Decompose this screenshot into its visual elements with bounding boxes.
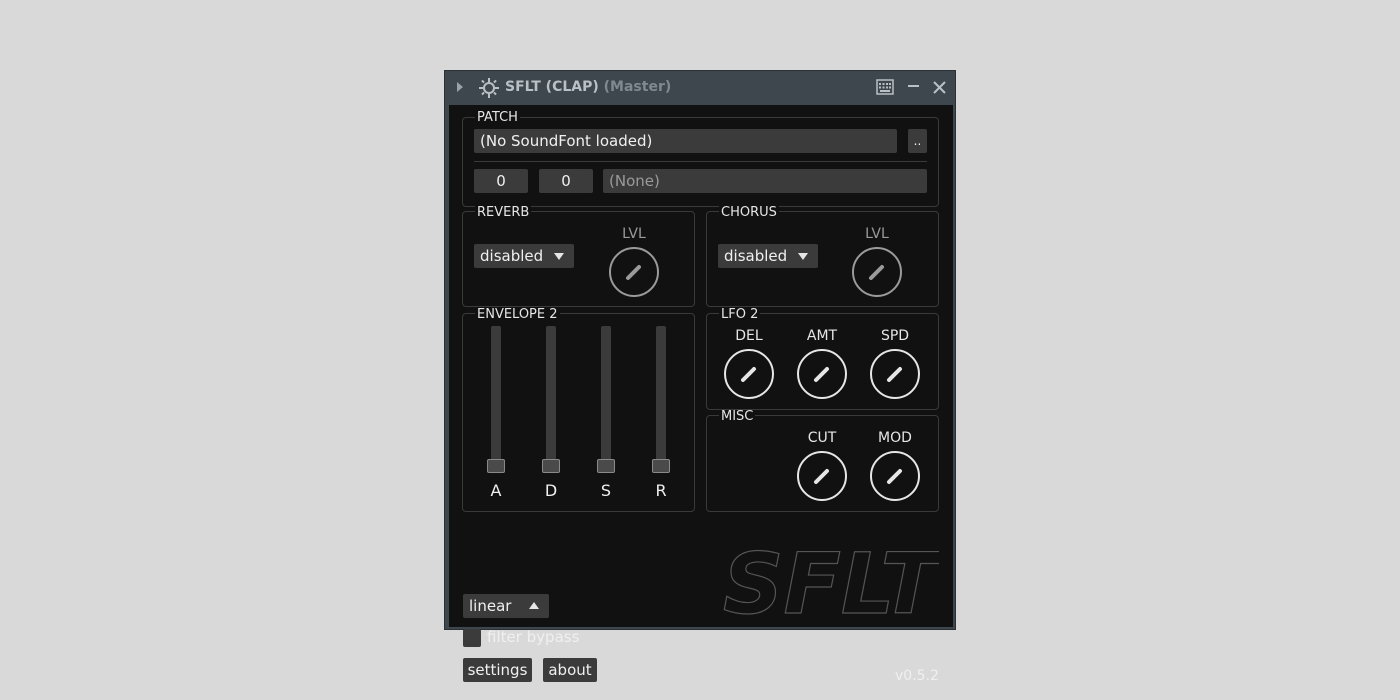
lfo-delay-knob[interactable] <box>723 348 775 400</box>
lfo-label: LFO 2 <box>719 307 761 322</box>
cutoff-label: CUT <box>807 430 837 446</box>
chorus-mode-value: disabled <box>724 247 788 265</box>
settings-button[interactable]: settings <box>463 658 532 682</box>
lfo-delay-label: DEL <box>735 328 763 344</box>
cutoff-knob[interactable] <box>796 450 848 502</box>
interpolation-select[interactable]: linear <box>463 594 549 618</box>
program-number-field[interactable]: 0 <box>539 169 593 193</box>
title-bar[interactable]: SFLT (CLAP) (Master) <box>445 71 955 105</box>
gear-icon[interactable] <box>479 78 499 98</box>
sflt-logo: SFLT <box>722 535 939 625</box>
modulation-label: MOD <box>878 430 912 446</box>
misc-label: MISC <box>719 409 756 424</box>
chorus-label: CHORUS <box>719 205 779 220</box>
reverb-level-knob[interactable] <box>608 246 660 298</box>
reverb-label: REVERB <box>475 205 532 220</box>
chorus-level-knob[interactable] <box>851 246 903 298</box>
chevron-down-icon <box>798 253 808 260</box>
filter-bypass-checkbox[interactable] <box>463 629 481 647</box>
reverb-mode-value: disabled <box>480 247 544 265</box>
reverb-level-label: LVL <box>622 226 646 242</box>
soundfont-path-field[interactable]: (No SoundFont loaded) <box>474 129 897 153</box>
lfo-amount-knob[interactable] <box>796 348 848 400</box>
chorus-level-label: LVL <box>865 226 889 242</box>
about-button[interactable]: about <box>543 658 597 682</box>
reverb-mode-select[interactable]: disabled <box>474 244 574 268</box>
interpolation-value: linear <box>469 597 512 615</box>
patch-label: PATCH <box>475 110 520 125</box>
plugin-window: SFLT (CLAP) (Master) PATCH (No SoundFont… <box>444 70 956 684</box>
attack-slider-handle[interactable] <box>487 459 505 473</box>
window-subtitle: (Master) <box>603 79 672 95</box>
attack-slider-track[interactable] <box>491 326 501 466</box>
release-slider-track[interactable] <box>656 326 666 466</box>
chevron-up-icon <box>529 602 539 609</box>
decay-slider-handle[interactable] <box>542 459 560 473</box>
window-title-text: SFLT (CLAP) <box>505 79 599 95</box>
release-slider-handle[interactable] <box>652 459 670 473</box>
filter-bypass-label[interactable]: filter bypass <box>487 628 579 646</box>
sustain-label: S <box>600 481 612 500</box>
keyboard-icon[interactable] <box>876 78 894 96</box>
lfo-speed-label: SPD <box>880 328 910 344</box>
chorus-mode-select[interactable]: disabled <box>718 244 818 268</box>
version-label: v0.5.2 <box>895 668 939 684</box>
release-label: R <box>655 481 667 500</box>
close-icon[interactable] <box>932 78 948 96</box>
decay-slider-track[interactable] <box>546 326 556 466</box>
patch-separator <box>474 161 927 162</box>
chevron-down-icon <box>554 253 564 260</box>
sustain-slider-handle[interactable] <box>597 459 615 473</box>
lfo-speed-knob[interactable] <box>869 348 921 400</box>
decay-label: D <box>544 481 558 500</box>
browse-soundfont-button[interactable]: .. <box>908 129 927 153</box>
plugin-panel: PATCH (No SoundFont loaded) .. 0 0 (None… <box>449 105 953 684</box>
minimize-icon[interactable] <box>907 78 921 96</box>
modulation-knob[interactable] <box>869 450 921 502</box>
window-title: SFLT (CLAP) (Master) <box>505 79 671 95</box>
envelope-label: ENVELOPE 2 <box>475 307 560 322</box>
sustain-slider-track[interactable] <box>601 326 611 466</box>
sflt-logo-text: SFLT <box>723 535 939 625</box>
collapse-arrow-icon[interactable] <box>457 82 463 92</box>
bank-number-field[interactable]: 0 <box>474 169 528 193</box>
lfo-amount-label: AMT <box>806 328 838 344</box>
preset-name-field[interactable]: (None) <box>603 169 927 193</box>
attack-label: A <box>490 481 502 500</box>
